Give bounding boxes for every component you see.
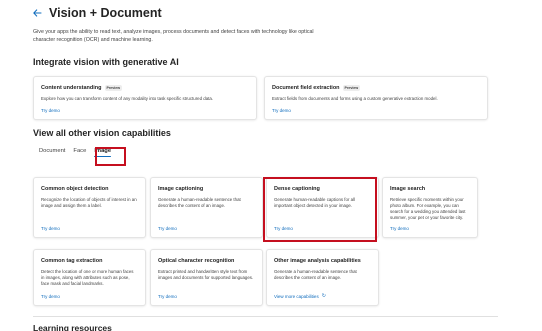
capabilities-section-title: View all other vision capabilities [33, 128, 171, 138]
dense-captioning-highlight-box [263, 177, 377, 242]
page-intro: Give your apps the ability to read text,… [33, 29, 314, 43]
view-more-label: View more capabilities [274, 293, 319, 299]
try-demo-link[interactable]: Try demo [390, 226, 409, 231]
card-title: Image search [390, 186, 426, 192]
tab-face[interactable]: Face [73, 148, 86, 154]
image-search-card[interactable]: Image search Retrieve specific moments w… [382, 177, 478, 238]
card-description: Recognize the location of objects of int… [41, 197, 137, 208]
card-description: Generate a human-readable sentence that … [158, 197, 241, 208]
preview-badge: Preview [342, 85, 361, 91]
generative-section-title: Integrate vision with generative AI [33, 57, 179, 67]
section-divider [33, 316, 498, 317]
try-demo-link[interactable]: Try demo [272, 108, 291, 113]
try-demo-link[interactable]: Try demo [41, 108, 60, 113]
back-arrow-icon[interactable] [33, 7, 42, 19]
card-title: Optical character recognition [158, 258, 235, 264]
try-demo-link[interactable]: Try demo [158, 226, 177, 231]
tab-document[interactable]: Document [39, 148, 65, 154]
try-demo-link[interactable]: Try demo [41, 294, 60, 299]
card-description: Generate a human-readable sentence that … [274, 269, 357, 280]
tab-highlight-box [95, 147, 126, 166]
card-description: Extract printed and handwritten style te… [158, 269, 254, 280]
card-description: Retrieve specific moments within your ph… [390, 197, 466, 220]
card-title: Document field extraction Preview [272, 84, 480, 92]
document-field-extraction-card[interactable]: Document field extraction Preview Extrac… [264, 76, 488, 120]
preview-badge: Preview [104, 85, 123, 91]
card-title: Other image analysis capabilities [274, 258, 361, 264]
refresh-icon: ↻ [321, 293, 326, 299]
card-title: Image captioning [158, 186, 204, 192]
common-object-detection-card[interactable]: Common object detection Recognize the lo… [33, 177, 146, 238]
other-image-analysis-card[interactable]: Other image analysis capabilities Genera… [266, 249, 379, 306]
card-title: Common object detection [41, 186, 109, 192]
card-title-text: Content understanding [41, 85, 102, 91]
try-demo-link[interactable]: Try demo [158, 294, 177, 299]
common-tag-extraction-card[interactable]: Common tag extraction Detect the locatio… [33, 249, 146, 306]
card-description: Explore how you can transform content of… [41, 96, 214, 101]
learning-resources-title: Learning resources [33, 323, 112, 331]
card-description: Extract fields from documents and forms … [272, 96, 438, 101]
card-title: Content understanding Preview [41, 84, 249, 92]
page-header: Vision + Document [33, 6, 162, 20]
image-captioning-card[interactable]: Image captioning Generate a human-readab… [150, 177, 263, 238]
try-demo-link[interactable]: Try demo [41, 226, 60, 231]
content-understanding-card[interactable]: Content understanding Preview Explore ho… [33, 76, 257, 120]
view-more-capabilities-link[interactable]: View more capabilities ↻ [274, 293, 326, 299]
optical-character-recognition-card[interactable]: Optical character recognition Extract pr… [150, 249, 263, 306]
card-title: Common tag extraction [41, 258, 103, 264]
page-title: Vision + Document [49, 6, 162, 20]
card-title-text: Document field extraction [272, 85, 340, 91]
card-description: Detect the location of one or more human… [41, 269, 134, 286]
